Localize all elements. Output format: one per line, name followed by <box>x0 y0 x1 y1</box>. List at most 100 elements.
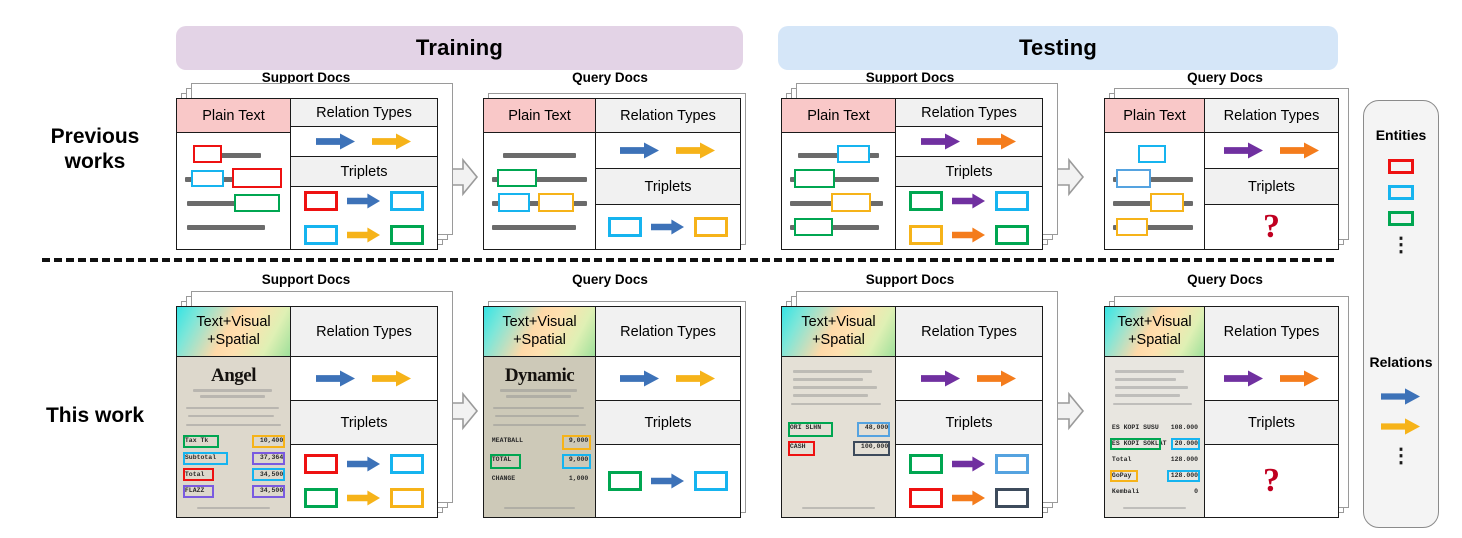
doc-column-right: Relation Types Triplets ? <box>1205 99 1338 249</box>
receipt-blur-line <box>793 369 873 373</box>
header-text-visual-spatial: Text+Visual +Spatial <box>782 307 895 357</box>
text-line <box>185 215 282 239</box>
receipt-value-bbox <box>857 421 891 437</box>
header-relation-types-label: Relation Types <box>316 323 412 340</box>
caption-query-docs-test-bottom: Query Docs <box>1187 272 1263 287</box>
receipt-row-value: 0 <box>1194 488 1199 496</box>
triplet-subject-box <box>909 191 943 212</box>
doc-stack-prev-train-support[interactable]: Plain Text Relation Types Triplets <box>176 83 453 250</box>
doc-stack-this-train-query[interactable]: Text+Visual +Spatial Dynamic MEATBALL 9,000… <box>483 301 746 518</box>
relation-type-arrow <box>1279 370 1320 387</box>
header-text-visual-spatial: Text+Visual +Spatial <box>484 307 595 357</box>
relation-type-arrow <box>676 142 716 159</box>
doc-card-body: Text+Visual +Spatial ORI SLHN 48,000 CASH 10… <box>782 307 1042 517</box>
doc-card[interactable]: Text+Visual +Spatial ORI SLHN 48,000 CASH 10… <box>781 306 1043 518</box>
doc-stack-prev-train-query[interactable]: Plain Text Relation Types Triplets <box>483 93 746 250</box>
receipt-blur-line <box>793 393 868 397</box>
unknown-triplet-marker: ? <box>1263 462 1280 499</box>
doc-card[interactable]: Plain Text Relation Types Triplets <box>781 98 1043 250</box>
header-triplets-label: Triplets <box>1248 178 1295 195</box>
doc-card[interactable]: Plain Text Relation Types Triplets <box>176 98 438 250</box>
header-relation-types-label: Relation Types <box>316 104 412 121</box>
doc-stack-this-test-query[interactable]: Text+Visual +Spatial ES KOPI SUSU 108.000 E… <box>1104 296 1349 518</box>
doc-column-right: Relation Types Triplets <box>291 307 437 517</box>
doc-column-left: Plain Text <box>782 99 896 249</box>
header-triplets-label: Triplets <box>945 414 993 431</box>
doc-column-right: Relation Types Triplets <box>896 99 1042 249</box>
triplets-cell <box>896 445 1042 517</box>
doc-column-left: Text+Visual +Spatial ES KOPI SUSU 108.000 E… <box>1105 307 1205 517</box>
doc-card[interactable]: Text+Visual +Spatial ES KOPI SUSU 108.000 E… <box>1104 306 1339 518</box>
relation-type-arrow <box>1279 142 1320 159</box>
receipt-blur-line <box>186 406 279 409</box>
row-label-line1: This work <box>45 404 145 427</box>
receipt-label-bbox <box>489 453 521 469</box>
header-triplets-label: Triplets <box>644 414 692 431</box>
plain-text-lines <box>1105 133 1204 249</box>
phase-banner-testing: Testing <box>778 26 1338 70</box>
header-plain-text-label: Plain Text <box>1123 107 1186 124</box>
entity-box <box>497 193 530 212</box>
doc-stack-prev-test-query[interactable]: Plain Text Relation Types Triplets ? <box>1104 88 1349 250</box>
entity-box <box>537 193 574 212</box>
receipt-paper <box>782 357 895 517</box>
entity-box <box>1137 145 1167 163</box>
entity-box <box>1149 193 1185 212</box>
relation-types-cell <box>291 357 437 401</box>
receipt-label-bbox <box>182 485 215 499</box>
doc-card-body: Plain Text Relation Types Triplets <box>484 99 740 249</box>
entity-box <box>190 170 224 187</box>
header-plain-text: Plain Text <box>484 99 595 133</box>
legend-entities-ellipsis: ⋮ <box>1391 234 1411 256</box>
header-relation-types: Relation Types <box>1205 307 1338 357</box>
receipt-image: ORI SLHN 48,000 CASH 100,000 <box>782 357 895 517</box>
receipt-blur-line <box>1114 369 1185 373</box>
entity-box <box>830 193 872 212</box>
receipt-row-value: 108.000 <box>1170 424 1199 432</box>
relation-type-arrow <box>620 142 660 159</box>
entity-box <box>793 218 833 236</box>
doc-card[interactable]: Plain Text Relation Types Triplets ? <box>1104 98 1339 250</box>
doc-card[interactable]: Plain Text Relation Types Triplets <box>483 98 741 250</box>
header-triplets-label: Triplets <box>1248 414 1295 431</box>
header-relation-types: Relation Types <box>291 99 437 128</box>
relation-types-cell <box>1205 133 1338 169</box>
receipt-value-bbox <box>252 434 286 448</box>
relation-type-arrow <box>921 133 961 150</box>
receipt-value-bbox <box>1167 469 1201 483</box>
receipt-image: ES KOPI SUSU 108.000 ES KOPI SOKLAT 20.000 T… <box>1105 357 1204 517</box>
triplet-row <box>304 225 424 246</box>
receipt-blur-line <box>793 377 864 381</box>
header-plain-text-label: Plain Text <box>202 107 265 124</box>
header-triplets: Triplets <box>596 401 740 445</box>
caption-query-docs-test-top: Query Docs <box>1187 70 1263 85</box>
triplets-cell: ? <box>1205 445 1338 517</box>
doc-stack-this-test-support[interactable]: Text+Visual +Spatial ORI SLHN 48,000 CASH 10… <box>781 291 1058 518</box>
triplet-subject-box <box>909 454 943 474</box>
triplet-relation-arrow <box>952 490 986 506</box>
doc-stack-this-train-support[interactable]: Text+Visual +Spatial Angel Tax Tk 10,400 Sub… <box>176 291 453 518</box>
header-relation-types-label: Relation Types <box>620 323 716 340</box>
receipt-row-label: MEATBALL <box>491 437 523 444</box>
receipt-blur-line <box>506 395 571 399</box>
header-plain-text-label: Plain Text <box>807 107 870 124</box>
doc-card[interactable]: Text+Visual +Spatial Angel Tax Tk 10,400 Sub… <box>176 306 438 518</box>
triplet-subject-box <box>304 454 338 474</box>
entity-box <box>496 169 537 187</box>
triplet-object-box <box>390 225 424 246</box>
triplet-row <box>608 471 728 491</box>
text-line <box>1113 167 1196 191</box>
header-relation-types: Relation Types <box>1205 99 1338 133</box>
doc-column-right: Relation Types Triplets <box>896 307 1042 517</box>
legend-relation-arrow-yellow <box>1381 418 1421 435</box>
doc-card[interactable]: Text+Visual +Spatial Dynamic MEATBALL 9,000… <box>483 306 741 518</box>
triplet-relation-arrow <box>952 456 986 472</box>
row-label-line1: Previous <box>50 125 140 148</box>
triplet-subject-box <box>304 225 338 246</box>
doc-column-left: Text+Visual +Spatial Angel Tax Tk 10,400 Sub… <box>177 307 291 517</box>
relation-type-arrow <box>977 133 1017 150</box>
relation-types-cell <box>291 127 437 158</box>
doc-stack-prev-test-support[interactable]: Plain Text Relation Types Triplets <box>781 83 1058 250</box>
legend-panel: Entities ⋮ Relations ⋮ <box>1363 100 1439 528</box>
entity-box <box>1116 169 1152 188</box>
